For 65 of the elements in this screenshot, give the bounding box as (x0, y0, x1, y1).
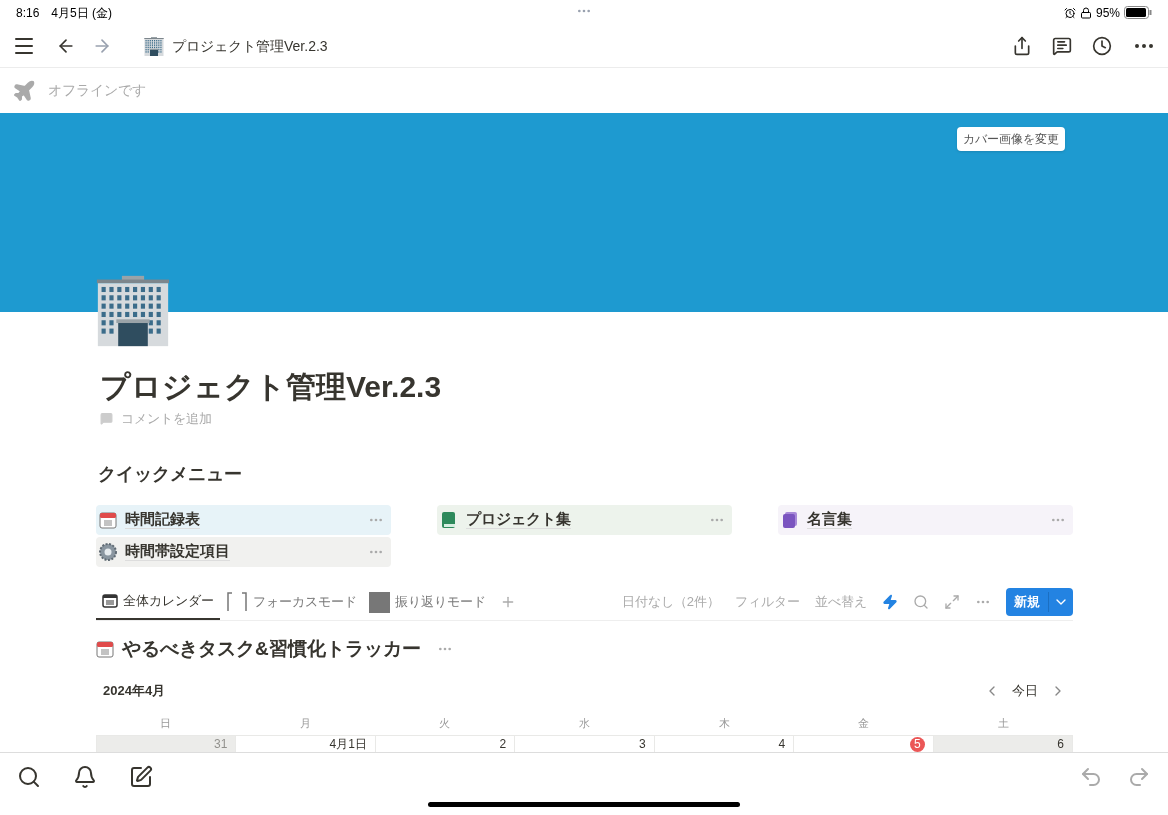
day-number: 6 (1057, 737, 1064, 752)
page-heading: プロジェクト管理Ver.2.3 (100, 369, 443, 405)
calendar-icon (96, 639, 114, 658)
view-tab[interactable]: 全体カレンダー (96, 584, 220, 620)
quick-menu-item[interactable]: プロジェクト集 (437, 504, 732, 535)
day-number: 4 (778, 737, 786, 752)
calendar-icon (102, 593, 118, 609)
share-button[interactable] (1012, 36, 1032, 56)
book-icon (440, 510, 458, 529)
expand-icon[interactable] (944, 594, 960, 610)
airplane-icon (12, 78, 36, 103)
day-number: 4月1日 (329, 737, 367, 752)
calendar-day-cell[interactable]: 6 (933, 736, 1073, 752)
view-tab[interactable]: 振り返りモード (363, 584, 492, 620)
weekday-label: 水 (578, 715, 591, 731)
quick-menu-label: 時間記録表 (125, 510, 200, 529)
weekday-label: 火 (438, 715, 452, 731)
quick-menu-item[interactable]: 時間記録表 (96, 504, 391, 535)
search-button[interactable] (17, 765, 41, 789)
view-tab[interactable]: フォーカスモード (220, 584, 363, 620)
status-date: 4月5日 (金) (51, 4, 113, 22)
new-button[interactable]: 新規 (1006, 588, 1073, 616)
calendar-month: 2024年4月 (103, 682, 166, 700)
quick-menu-label: プロジェクト集 (466, 510, 571, 529)
battery-percent: 95% (1095, 4, 1120, 22)
section-heading: クイックメニュー (98, 462, 243, 486)
calendar-icon (99, 510, 117, 529)
office-building-icon (96, 275, 170, 347)
page-title: プロジェクト管理Ver.2.3 (172, 36, 328, 56)
day-number: 3 (639, 737, 646, 752)
book-icon (781, 510, 799, 529)
alarm-icon (1063, 6, 1076, 19)
quick-menu-label: 時間帯設定項目 (125, 542, 230, 561)
quick-menu-item[interactable]: 時間帯設定項目 (96, 536, 391, 567)
history-button[interactable] (1092, 36, 1112, 56)
bracket-icon (226, 592, 248, 612)
square-icon (369, 591, 390, 613)
comment-icon (100, 412, 113, 426)
change-cover-button[interactable]: カバー画像を変更 (957, 127, 1065, 151)
weekday-label: 土 (996, 715, 1010, 731)
weekday-label: 月 (298, 715, 312, 731)
lock-icon (1079, 6, 1092, 19)
automation-icon[interactable] (882, 594, 898, 610)
offline-message: オフラインです (48, 81, 146, 100)
comments-button[interactable] (1052, 36, 1072, 56)
weekday-label: 日 (159, 715, 173, 731)
add-view-icon[interactable] (500, 594, 516, 610)
database-title: やるべきタスク&習慣化トラッカー (122, 636, 421, 661)
weekday-label: 木 (717, 715, 731, 731)
notifications-button[interactable] (73, 765, 97, 789)
quick-menu-item[interactable]: 名言集 (778, 504, 1073, 535)
new-page-button[interactable] (129, 765, 153, 789)
day-number: 31 (214, 737, 228, 752)
day-number: 5 (909, 737, 925, 752)
quick-menu-label: 名言集 (807, 510, 852, 529)
office-building-icon (144, 36, 164, 56)
weekday-label: 金 (857, 715, 871, 731)
gear-icon (99, 542, 117, 561)
undo-button[interactable] (1079, 765, 1103, 789)
redo-button[interactable] (1127, 765, 1151, 789)
battery-icon (1124, 6, 1152, 19)
today-button[interactable]: 今日 (1012, 681, 1038, 701)
status-time: 8:16 (16, 4, 40, 22)
search-icon[interactable] (913, 594, 929, 610)
day-number: 2 (499, 737, 507, 752)
